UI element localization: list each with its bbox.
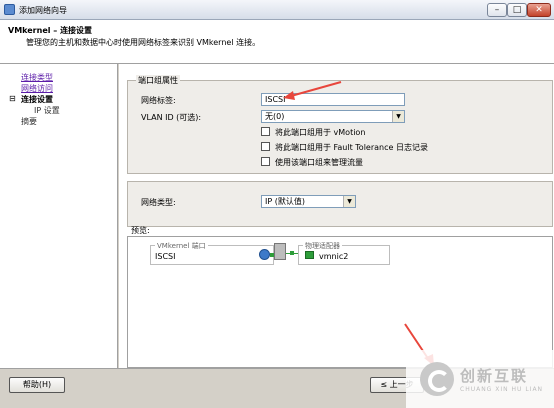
network-label-label: 网络标签:: [141, 96, 176, 105]
wizard-app-icon: [4, 4, 15, 15]
nav-current-marker-icon: ⊟: [9, 94, 16, 103]
main-panel: 端口组属性 网络标签: ISCSI VLAN ID (可选): 无(0) ▼ 将…: [119, 64, 554, 368]
page-title: VMkernel – 连接设置: [8, 26, 93, 35]
network-type-select[interactable]: IP (默认值) ▼: [261, 195, 356, 208]
vmkernel-port-legend: VMkernel 端口: [155, 241, 208, 251]
vmkernel-port-box: VMkernel 端口 ISCSI: [150, 241, 274, 265]
network-type-label: 网络类型:: [141, 198, 176, 207]
vlan-id-label: VLAN ID (可选):: [141, 113, 202, 122]
watermark-text: 创新互联: [460, 367, 529, 385]
fault-tolerance-checkbox-label: 将此端口组用于 Fault Tolerance 日志记录: [275, 143, 428, 152]
adapter-name: vmnic2: [319, 252, 349, 261]
vlan-id-value: 无(0): [265, 112, 285, 121]
vlan-id-select[interactable]: 无(0) ▼: [261, 110, 405, 123]
wizard-header: VMkernel – 连接设置 管理您的主机和数据中心时使用网络标签来识别 VM…: [0, 20, 554, 64]
watermark-logo-icon: [420, 362, 454, 396]
preview-area: VMkernel 端口 ISCSI 物理适配器 vmnic2: [127, 236, 553, 368]
network-adapter-icon: [305, 251, 314, 259]
watermark-subtext: CHUANG XIN HU LIAN: [460, 386, 544, 393]
nav-item-connection-settings: 连接设置: [21, 95, 53, 104]
fault-tolerance-checkbox[interactable]: [261, 142, 270, 151]
nav-item-connection-type[interactable]: 连接类型: [21, 72, 53, 83]
network-type-value: IP (默认值): [265, 197, 305, 206]
preview-label: 预览:: [131, 226, 150, 235]
port-dot-icon: [270, 253, 274, 257]
vmotion-checkbox-label: 将此端口组用于 vMotion: [275, 128, 366, 137]
nav-item-network-access[interactable]: 网络访问: [21, 83, 53, 94]
management-traffic-checkbox-label: 使用该端口组来管理流量: [275, 158, 363, 167]
window-title: 添加网络向导: [19, 6, 67, 15]
network-type-group: 网络类型: IP (默认值) ▼: [127, 181, 553, 227]
physical-adapter-box: 物理适配器 vmnic2: [298, 241, 390, 265]
port-group-legend: 端口组属性: [136, 75, 180, 86]
port-dot-icon: [290, 251, 294, 255]
help-button[interactable]: 帮助(H): [9, 377, 65, 393]
vmotion-checkbox[interactable]: [261, 127, 270, 136]
title-bar: 添加网络向导 – □ ✕: [0, 0, 554, 20]
nav-item-ip-settings: IP 设置: [34, 106, 60, 115]
minimize-button[interactable]: –: [487, 3, 507, 17]
vmkernel-globe-icon: [259, 249, 270, 260]
page-subtitle: 管理您的主机和数据中心时使用网络标签来识别 VMkernel 连接。: [26, 38, 261, 47]
wizard-nav: 连接类型 网络访问 ⊟ 连接设置 IP 设置 摘要: [0, 64, 118, 368]
annotation-arrow-icon: [283, 81, 342, 100]
port-name: ISCSI: [155, 252, 176, 261]
nav-item-summary: 摘要: [21, 117, 37, 126]
watermark: 创新互联 CHUANG XIN HU LIAN: [406, 350, 554, 408]
virtual-switch-icon: [274, 243, 286, 260]
maximize-button[interactable]: □: [507, 3, 527, 17]
close-button[interactable]: ✕: [527, 3, 551, 17]
chevron-down-icon[interactable]: ▼: [392, 111, 404, 122]
physical-adapter-legend: 物理适配器: [303, 241, 342, 251]
chevron-down-icon[interactable]: ▼: [343, 196, 355, 207]
management-traffic-checkbox[interactable]: [261, 157, 270, 166]
